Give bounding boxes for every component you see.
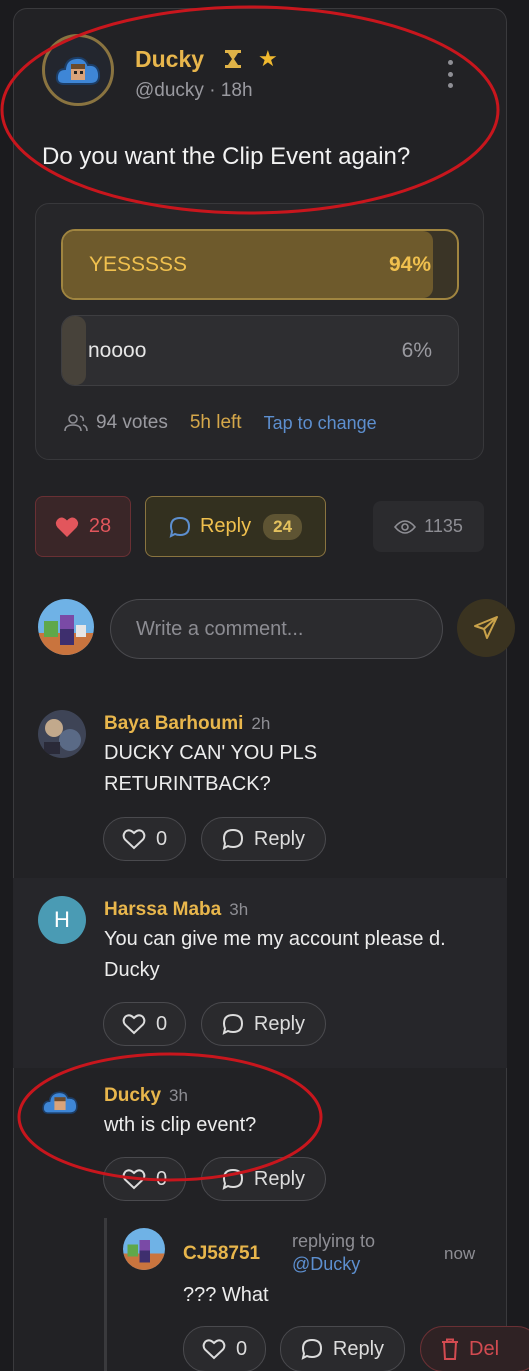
like-button[interactable]: 28: [35, 496, 131, 557]
heart-icon: [202, 1339, 226, 1360]
delete-label: Del: [469, 1337, 500, 1360]
poll-meta: 94 votes 5h left Tap to change: [64, 412, 377, 434]
heart-icon: [122, 1014, 146, 1035]
post-text: Do you want the Clip Event again?: [42, 143, 411, 170]
replying-to: replying to @Ducky: [292, 1230, 375, 1276]
current-user-avatar: [38, 599, 94, 655]
replying-to-label: replying to: [292, 1231, 376, 1251]
reply-time: now: [444, 1244, 476, 1263]
view-count: 1135: [373, 501, 484, 552]
more-options-icon[interactable]: [444, 60, 456, 88]
comment-text: DUCKY CAN' YOU PLS RETURINTBACK?: [104, 742, 318, 795]
heart-filled-icon: [55, 517, 79, 537]
trash-icon: [442, 1338, 458, 1360]
heart-icon: [122, 829, 146, 850]
comment-icon: [222, 828, 243, 850]
comment-author[interactable]: Baya Barhoumi 2h: [104, 713, 270, 735]
delete-button[interactable]: Del: [420, 1326, 529, 1371]
send-icon: [474, 616, 498, 639]
hourglass-icon: [225, 50, 241, 68]
comment-icon: [169, 516, 190, 538]
comment-text: wth is clip event?: [104, 1114, 257, 1136]
comment-text: You can give me my account please d. Duc…: [104, 928, 446, 981]
author-name[interactable]: Ducky: [135, 46, 204, 73]
comment-reply-button[interactable]: Reply: [201, 817, 326, 861]
comment-reply-button[interactable]: Reply: [201, 1157, 326, 1201]
poll-option-label: YESSSSS: [89, 252, 188, 276]
cloud-avatar-icon: [55, 56, 101, 85]
author-handle-row: @ducky · 18h: [135, 80, 253, 102]
view-count-value: 1135: [424, 516, 463, 536]
comment-reply-label: Reply: [253, 1012, 306, 1035]
reply-text: ??? What: [183, 1284, 269, 1306]
users-icon: [64, 414, 88, 432]
poll-option-no[interactable]: noooo 6%: [61, 315, 459, 386]
poll-option-label: noooo: [88, 338, 147, 362]
reply-like-count: 0: [235, 1337, 248, 1360]
comment-icon: [301, 1338, 322, 1360]
comment-like-count: 0: [155, 1167, 168, 1190]
reply-count: 24: [263, 513, 303, 540]
reply-reply-label: Reply: [332, 1337, 385, 1360]
comment-author[interactable]: Harssa Maba 3h: [104, 899, 248, 921]
send-button[interactable]: [457, 599, 515, 657]
reply-button[interactable]: Reply 24: [145, 496, 326, 557]
comment-like-button[interactable]: 0: [103, 1157, 186, 1201]
comment-input[interactable]: [110, 599, 443, 659]
comment-like-button[interactable]: 0: [103, 1002, 186, 1046]
commenter-avatar[interactable]: [38, 710, 86, 758]
poll: YESSSSS 94% noooo 6% 94 votes 5h left Ta…: [35, 203, 484, 460]
comment-author[interactable]: Ducky 3h: [104, 1085, 188, 1107]
thread-line: [104, 1218, 107, 1371]
poll-option-yes[interactable]: YESSSSS 94%: [61, 229, 459, 300]
cloud-avatar-icon: [42, 1091, 78, 1114]
like-count: 28: [88, 515, 112, 537]
reply-author[interactable]: CJ58751: [183, 1243, 260, 1265]
poll-votes: 94 votes: [96, 412, 168, 433]
commenter-avatar[interactable]: [123, 1228, 165, 1270]
comment-time: 3h: [169, 1086, 188, 1105]
comment-reply-label: Reply: [253, 827, 306, 850]
author-handle: @ducky: [135, 80, 204, 101]
comment-icon: [222, 1013, 243, 1035]
comment-icon: [222, 1168, 243, 1190]
poll-time-left: 5h left: [189, 412, 242, 433]
commenter-avatar[interactable]: [40, 1082, 80, 1122]
poll-tap-to-change[interactable]: Tap to change: [264, 413, 377, 434]
reply-mention[interactable]: @Ducky: [292, 1253, 375, 1276]
poll-option-percent: 94%: [388, 252, 431, 276]
reply-reply-button[interactable]: Reply: [280, 1326, 405, 1371]
poll-option-percent: 6%: [401, 338, 432, 362]
comment-time: 3h: [229, 900, 249, 919]
comment-reply-label: Reply: [253, 1167, 306, 1190]
reply-like-button[interactable]: 0: [183, 1326, 266, 1371]
poll-option-fill: [62, 316, 86, 385]
star-icon: ★: [258, 46, 278, 71]
eye-icon: [394, 519, 417, 534]
comment-like-count: 0: [155, 1012, 168, 1035]
comment-like-button[interactable]: 0: [103, 817, 186, 861]
comment-like-count: 0: [155, 827, 168, 850]
post-time: · 18h: [209, 80, 253, 101]
comment-time: 2h: [251, 714, 271, 733]
avatar-letter: H: [54, 907, 70, 932]
commenter-avatar[interactable]: H: [38, 896, 86, 944]
author-avatar[interactable]: [42, 34, 114, 106]
comment-reply-button[interactable]: Reply: [201, 1002, 326, 1046]
reply-label: Reply: [199, 515, 252, 537]
heart-icon: [122, 1169, 146, 1190]
